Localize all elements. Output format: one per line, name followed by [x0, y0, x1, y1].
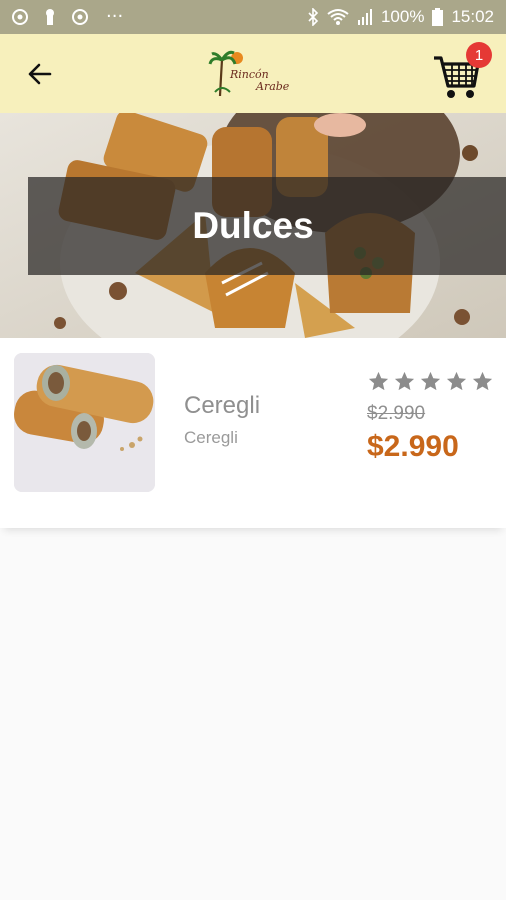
product-card[interactable]: Ceregli Ceregli $2.990 $2.990	[0, 338, 506, 528]
sync-icon	[72, 8, 88, 25]
cart-count-badge: 1	[466, 42, 492, 68]
more-notifications-icon: ···	[106, 6, 124, 27]
keyhole-icon	[46, 8, 54, 25]
star-icon	[394, 371, 415, 391]
cart-button[interactable]: 1	[432, 42, 492, 100]
signal-icon	[357, 9, 372, 25]
battery-icon	[432, 8, 444, 26]
rating-stars	[367, 370, 494, 393]
product-description: Ceregli	[184, 428, 238, 447]
star-icon	[420, 371, 441, 391]
svg-text:Arabe: Arabe	[255, 80, 290, 93]
battery-level: 100%	[380, 7, 425, 26]
clock: 15:02	[451, 7, 494, 26]
wifi-icon	[327, 9, 349, 25]
brand-logo: Rincón Arabe	[208, 50, 290, 97]
current-price: $2.990	[367, 430, 459, 463]
product-name: Ceregli	[184, 392, 261, 419]
original-price: $2.990	[367, 403, 426, 424]
bluetooth-icon	[308, 8, 319, 26]
category-title: Dulces	[192, 205, 314, 246]
star-icon	[472, 371, 493, 391]
category-banner: Dulces	[0, 113, 506, 338]
category-title-band: Dulces	[28, 177, 506, 275]
product-image	[14, 353, 155, 492]
star-icon	[446, 371, 467, 391]
notification-icons: ···	[10, 6, 123, 27]
back-arrow-icon[interactable]	[22, 56, 58, 92]
star-icon	[368, 371, 389, 391]
product-thumbnail	[14, 353, 155, 492]
app-bar: Rincón Arabe 1	[0, 34, 506, 113]
status-bar: ··· 100% 15:02	[0, 0, 506, 34]
sync-icon	[12, 8, 28, 25]
